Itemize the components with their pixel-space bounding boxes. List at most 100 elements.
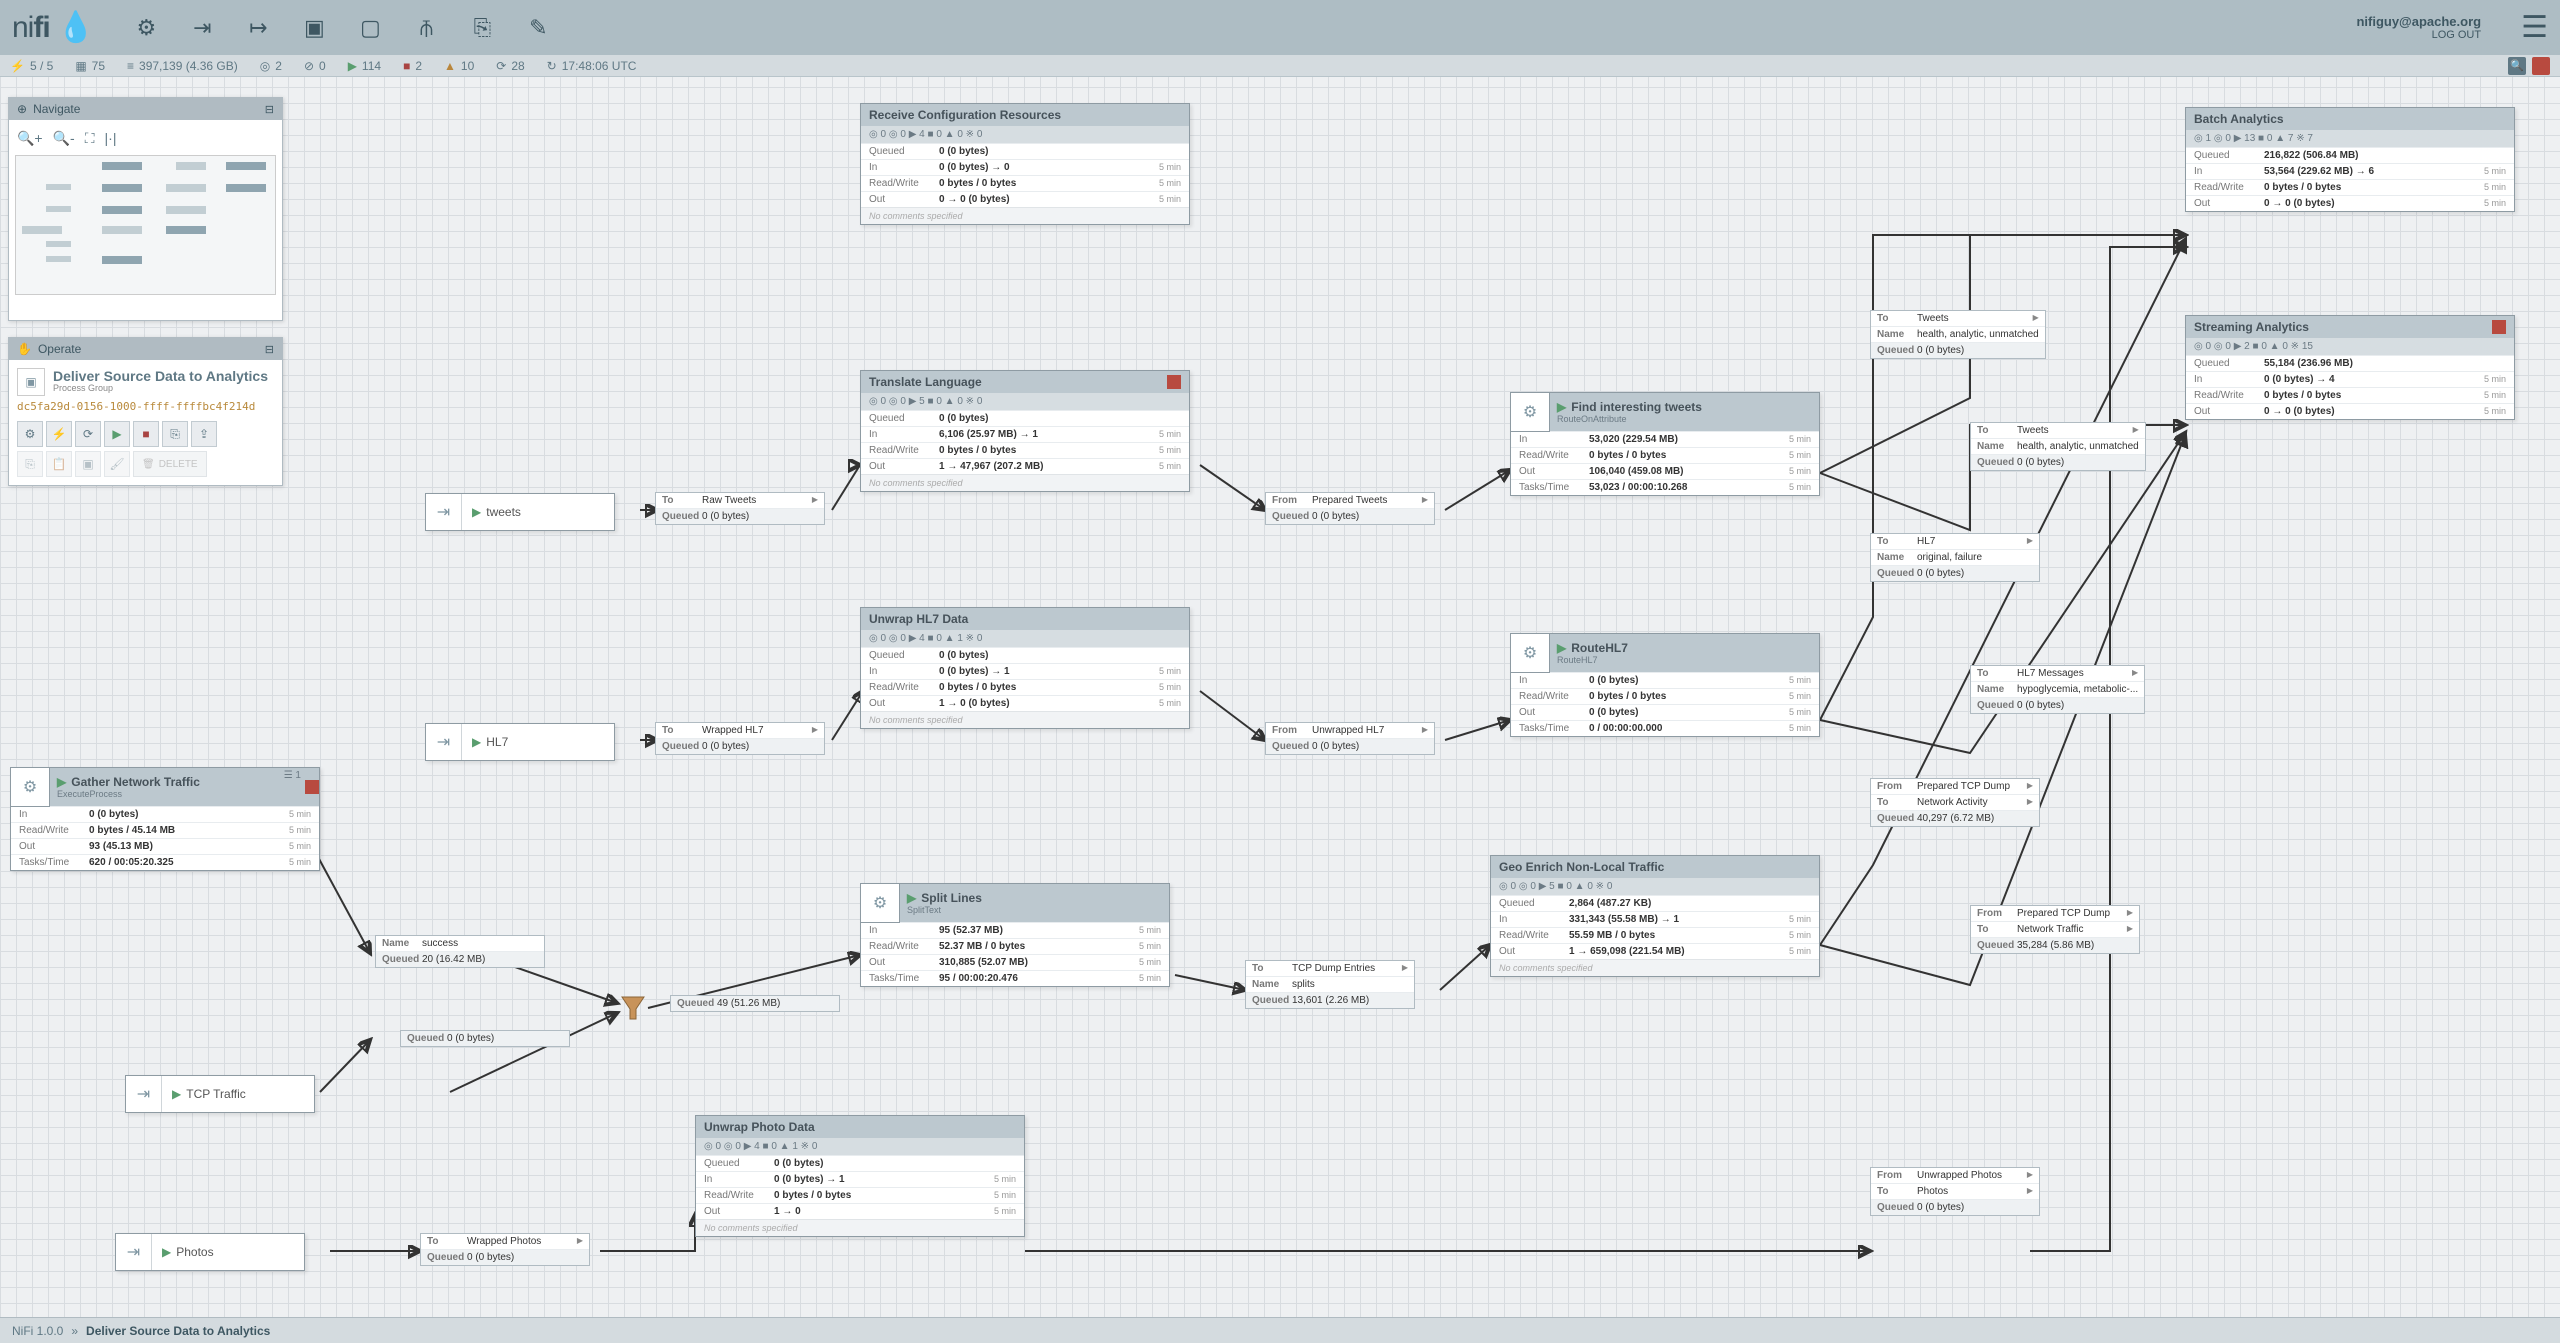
minimize-icon[interactable]: ⊟ bbox=[265, 103, 274, 116]
group-button: ▣ bbox=[75, 451, 101, 477]
input-port-photos[interactable]: ⇥ ▶Photos bbox=[115, 1233, 305, 1271]
connection-prep_tweets[interactable]: FromPrepared Tweets▶Queued0 (0 bytes) bbox=[1265, 492, 1435, 525]
process-group-ba[interactable]: Batch Analytics ◎ 1 ◎ 0 ▶ 13 ■ 0 ▲ 7 ※ 7… bbox=[2185, 107, 2515, 212]
bulletin-icon[interactable] bbox=[305, 780, 319, 794]
input-port-tcp[interactable]: ⇥ ▶TCP Traffic bbox=[125, 1075, 315, 1113]
input-port-drag-icon[interactable]: ⇥ bbox=[185, 11, 219, 45]
total-queued: ≡ 397,139 (4.36 GB) bbox=[127, 59, 238, 73]
connection-to_tweets2[interactable]: ToTweets▶Namehealth, analytic, unmatched… bbox=[1970, 422, 2146, 471]
process-group-tl[interactable]: Translate Language ◎ 0 ◎ 0 ▶ 5 ■ 0 ▲ 0 ※… bbox=[860, 370, 1190, 492]
group-status: ◎ 0 ◎ 0 ▶ 2 ■ 0 ▲ 0 ※ 15 bbox=[2186, 338, 2514, 355]
input-port-hl7[interactable]: ⇥ ▶HL7 bbox=[425, 723, 615, 761]
connection-to_hl7[interactable]: ToHL7▶Nameoriginal, failureQueued0 (0 by… bbox=[1870, 533, 2040, 582]
processor-gnt[interactable]: ⚙ ▶Gather Network TrafficExecuteProcess … bbox=[10, 767, 320, 871]
input-port-icon: ⇥ bbox=[126, 1076, 162, 1112]
play-icon: ▶ bbox=[172, 1087, 181, 1101]
birdseye-view[interactable] bbox=[15, 155, 276, 295]
enable-button[interactable]: ⚡ bbox=[46, 421, 72, 447]
user-email: nifiguy@apache.org bbox=[2356, 14, 2481, 29]
group-header: Geo Enrich Non-Local Traffic bbox=[1491, 856, 1819, 878]
group-comments: No comments specified bbox=[696, 1219, 1024, 1236]
output-port-drag-icon[interactable]: ↦ bbox=[241, 11, 275, 45]
template-drag-icon[interactable]: ⎘ bbox=[465, 11, 499, 45]
operate-panel: ✋ Operate ⊟ ▣ Deliver Source Data to Ana… bbox=[8, 337, 283, 486]
process-group-sa[interactable]: Streaming Analytics ◎ 0 ◎ 0 ▶ 2 ■ 0 ▲ 0 … bbox=[2185, 315, 2515, 420]
flow-canvas[interactable]: ⊕ Navigate ⊟ 🔍+ 🔍- ⛶ |·| bbox=[0, 55, 2560, 1323]
navigate-header: ⊕ Navigate ⊟ bbox=[9, 98, 282, 120]
connection-to_tweets1[interactable]: ToTweets▶Namehealth, analytic, unmatched… bbox=[1870, 310, 2046, 359]
input-port-icon: ⇥ bbox=[116, 1234, 152, 1270]
input-port-tweets[interactable]: ⇥ ▶tweets bbox=[425, 493, 615, 531]
paste-button: 📋 bbox=[46, 451, 72, 477]
navigate-panel: ⊕ Navigate ⊟ 🔍+ 🔍- ⛶ |·| bbox=[8, 97, 283, 321]
processor-drag-icon[interactable]: ⚙ bbox=[129, 11, 163, 45]
connection-tcp_dump1[interactable]: FromPrepared TCP Dump▶ToNetwork Activity… bbox=[1870, 778, 2040, 827]
process-group-uhl7[interactable]: Unwrap HL7 Data ◎ 0 ◎ 0 ▶ 4 ■ 0 ▲ 1 ※ 0 … bbox=[860, 607, 1190, 729]
funnel-drag-icon[interactable]: ⫚ bbox=[409, 11, 443, 45]
connection-tcp_entries[interactable]: ToTCP Dump Entries▶NamesplitsQueued13,60… bbox=[1245, 960, 1415, 1009]
bulletin-button[interactable] bbox=[2532, 57, 2550, 75]
operate-id: dc5fa29d-0156-1000-ffff-ffffbc4f214d bbox=[17, 400, 274, 413]
connection-funnel_in[interactable]: Queued49 (51.26 MB) bbox=[670, 995, 840, 1012]
connection-wrapped_hl7[interactable]: ToWrapped HL7▶Queued0 (0 bytes) bbox=[655, 722, 825, 755]
bulletin-icon[interactable] bbox=[1167, 375, 1181, 389]
connection-unwrapped_hl7[interactable]: FromUnwrapped HL7▶Queued0 (0 bytes) bbox=[1265, 722, 1435, 755]
group-header: Batch Analytics bbox=[2186, 108, 2514, 130]
minimize-icon[interactable]: ⊟ bbox=[265, 343, 274, 356]
configure-button[interactable]: ⚙ bbox=[17, 421, 43, 447]
running-count: ▶ 114 bbox=[348, 59, 381, 73]
group-status: ◎ 0 ◎ 0 ▶ 4 ■ 0 ▲ 0 ※ 0 bbox=[861, 126, 1189, 143]
zoom-actual-icon[interactable]: |·| bbox=[105, 130, 117, 147]
connection-wrapped_photos[interactable]: ToWrapped Photos▶Queued0 (0 bytes) bbox=[420, 1233, 590, 1266]
processor-header: ⚙ ▶RouteHL7RouteHL7 bbox=[1511, 634, 1819, 672]
processor-rhl7[interactable]: ⚙ ▶RouteHL7RouteHL7 In0 (0 bytes)5 min R… bbox=[1510, 633, 1820, 737]
nifi-logo: nifi 💧 bbox=[12, 10, 93, 45]
group-comments: No comments specified bbox=[861, 711, 1189, 728]
processor-icon: ⚙ bbox=[10, 767, 50, 807]
connection-unwrapped_photos[interactable]: FromUnwrapped Photos▶ToPhotos▶Queued0 (0… bbox=[1870, 1167, 2040, 1216]
label-drag-icon[interactable]: ✎ bbox=[521, 11, 555, 45]
processor-fit[interactable]: ⚙ ▶Find interesting tweetsRouteOnAttribu… bbox=[1510, 392, 1820, 496]
process-group-upd[interactable]: Unwrap Photo Data ◎ 0 ◎ 0 ▶ 4 ■ 0 ▲ 1 ※ … bbox=[695, 1115, 1025, 1237]
connection-tcp_dump2[interactable]: FromPrepared TCP Dump▶ToNetwork Traffic▶… bbox=[1970, 905, 2140, 954]
processor-icon: ⚙ bbox=[1510, 633, 1550, 673]
nav-tools: 🔍+ 🔍- ⛶ |·| bbox=[15, 126, 276, 151]
play-icon: ▶ bbox=[472, 735, 481, 749]
funnel[interactable] bbox=[618, 993, 648, 1023]
zoom-fit-icon[interactable]: ⛶ bbox=[85, 130, 95, 147]
input-port-icon: ⇥ bbox=[426, 724, 462, 760]
disable-button[interactable]: ⟳ bbox=[75, 421, 101, 447]
logout-link[interactable]: LOG OUT bbox=[2356, 29, 2481, 41]
breadcrumb-root[interactable]: NiFi 1.0.0 bbox=[12, 1324, 63, 1338]
process-group-rcr[interactable]: Receive Configuration Resources ◎ 0 ◎ 0 … bbox=[860, 103, 1190, 225]
not-transmitting: ⊘ 0 bbox=[304, 59, 326, 73]
connection-success[interactable]: NamesuccessQueued20 (16.42 MB) bbox=[375, 935, 545, 968]
bulletin-icon[interactable] bbox=[2492, 320, 2506, 334]
connection-wires bbox=[0, 55, 2560, 1323]
global-menu-icon[interactable]: ☰ bbox=[2521, 10, 2548, 45]
operate-name: Deliver Source Data to Analytics bbox=[53, 368, 268, 384]
operate-header: ✋ Operate ⊟ bbox=[9, 338, 282, 360]
process-group-drag-icon[interactable]: ▣ bbox=[297, 11, 331, 45]
processor-icon: ⚙ bbox=[1510, 392, 1550, 432]
transmitting: ◎ 2 bbox=[260, 59, 282, 73]
processor-sl[interactable]: ⚙ ▶Split LinesSplitText In95 (52.37 MB)5… bbox=[860, 883, 1170, 987]
start-button[interactable]: ▶ bbox=[104, 421, 130, 447]
process-group-icon: ▣ bbox=[17, 368, 45, 396]
upload-button[interactable]: ⇪ bbox=[191, 421, 217, 447]
remote-group-drag-icon[interactable]: ▢ bbox=[353, 11, 387, 45]
last-refresh: ↻ 17:48:06 UTC bbox=[547, 59, 637, 73]
zoom-out-icon[interactable]: 🔍- bbox=[53, 130, 75, 147]
search-button[interactable]: 🔍 bbox=[2508, 57, 2526, 75]
status-bar: ⚡ 5 / 5 ▦ 75 ≡ 397,139 (4.36 GB) ◎ 2 ⊘ 0… bbox=[0, 55, 2560, 77]
template-button[interactable]: ⎘ bbox=[162, 421, 188, 447]
connection-hl7_msgs[interactable]: ToHL7 Messages▶Namehypoglycemia, metabol… bbox=[1970, 665, 2145, 714]
zoom-in-icon[interactable]: 🔍+ bbox=[17, 130, 43, 147]
process-group-geo[interactable]: Geo Enrich Non-Local Traffic ◎ 0 ◎ 0 ▶ 5… bbox=[1490, 855, 1820, 977]
active-threads: ⚡ 5 / 5 bbox=[10, 59, 53, 73]
connection-funnel_empty[interactable]: Queued0 (0 bytes) bbox=[400, 1030, 570, 1047]
copy-button: ⎘ bbox=[17, 451, 43, 477]
stop-button[interactable]: ■ bbox=[133, 421, 159, 447]
group-header: Receive Configuration Resources bbox=[861, 104, 1189, 126]
connection-raw_tweets[interactable]: ToRaw Tweets▶Queued0 (0 bytes) bbox=[655, 492, 825, 525]
